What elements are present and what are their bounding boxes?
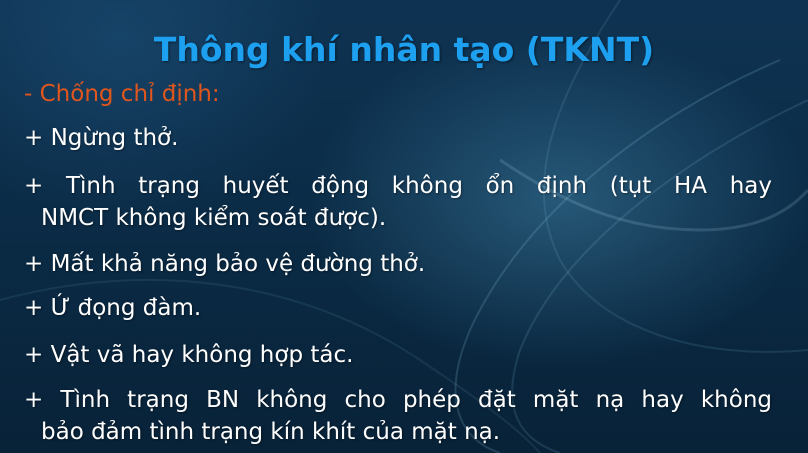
- slide: Thông khí nhân tạo (TKNT) - Chống chỉ đị…: [0, 0, 808, 453]
- list-item: + Tình trạng huyết động không ổn định (t…: [24, 170, 772, 234]
- section-heading: - Chống chỉ định:: [24, 81, 220, 107]
- list-item-line: + Mất khả năng bảo vệ đường thở.: [24, 251, 426, 277]
- list-item-line: + Ứ đọng đàm.: [24, 295, 202, 321]
- slide-title: Thông khí nhân tạo (TKNT): [153, 30, 655, 69]
- list-item: + Tình trạng BN không cho phép đặt mặt n…: [24, 384, 772, 448]
- list-item-line: + Tình trạng BN không cho phép đặt mặt n…: [24, 387, 772, 413]
- list-item: + Ngừng thở.: [24, 122, 772, 154]
- list-item-line: + Vật vã hay không hợp tác.: [24, 342, 354, 368]
- list-item-line: bảo đảm tình trạng kín khít của mặt nạ.: [41, 419, 501, 445]
- list-item: + Ứ đọng đàm.: [24, 292, 772, 324]
- list-item-line: + Tình trạng huyết động không ổn định (t…: [24, 173, 772, 199]
- list-item-line: + Ngừng thở.: [24, 125, 179, 151]
- list-item: + Mất khả năng bảo vệ đường thở.: [24, 248, 772, 280]
- list-item: + Vật vã hay không hợp tác.: [24, 339, 772, 371]
- list-item-line: NMCT không kiểm soát được).: [41, 205, 387, 231]
